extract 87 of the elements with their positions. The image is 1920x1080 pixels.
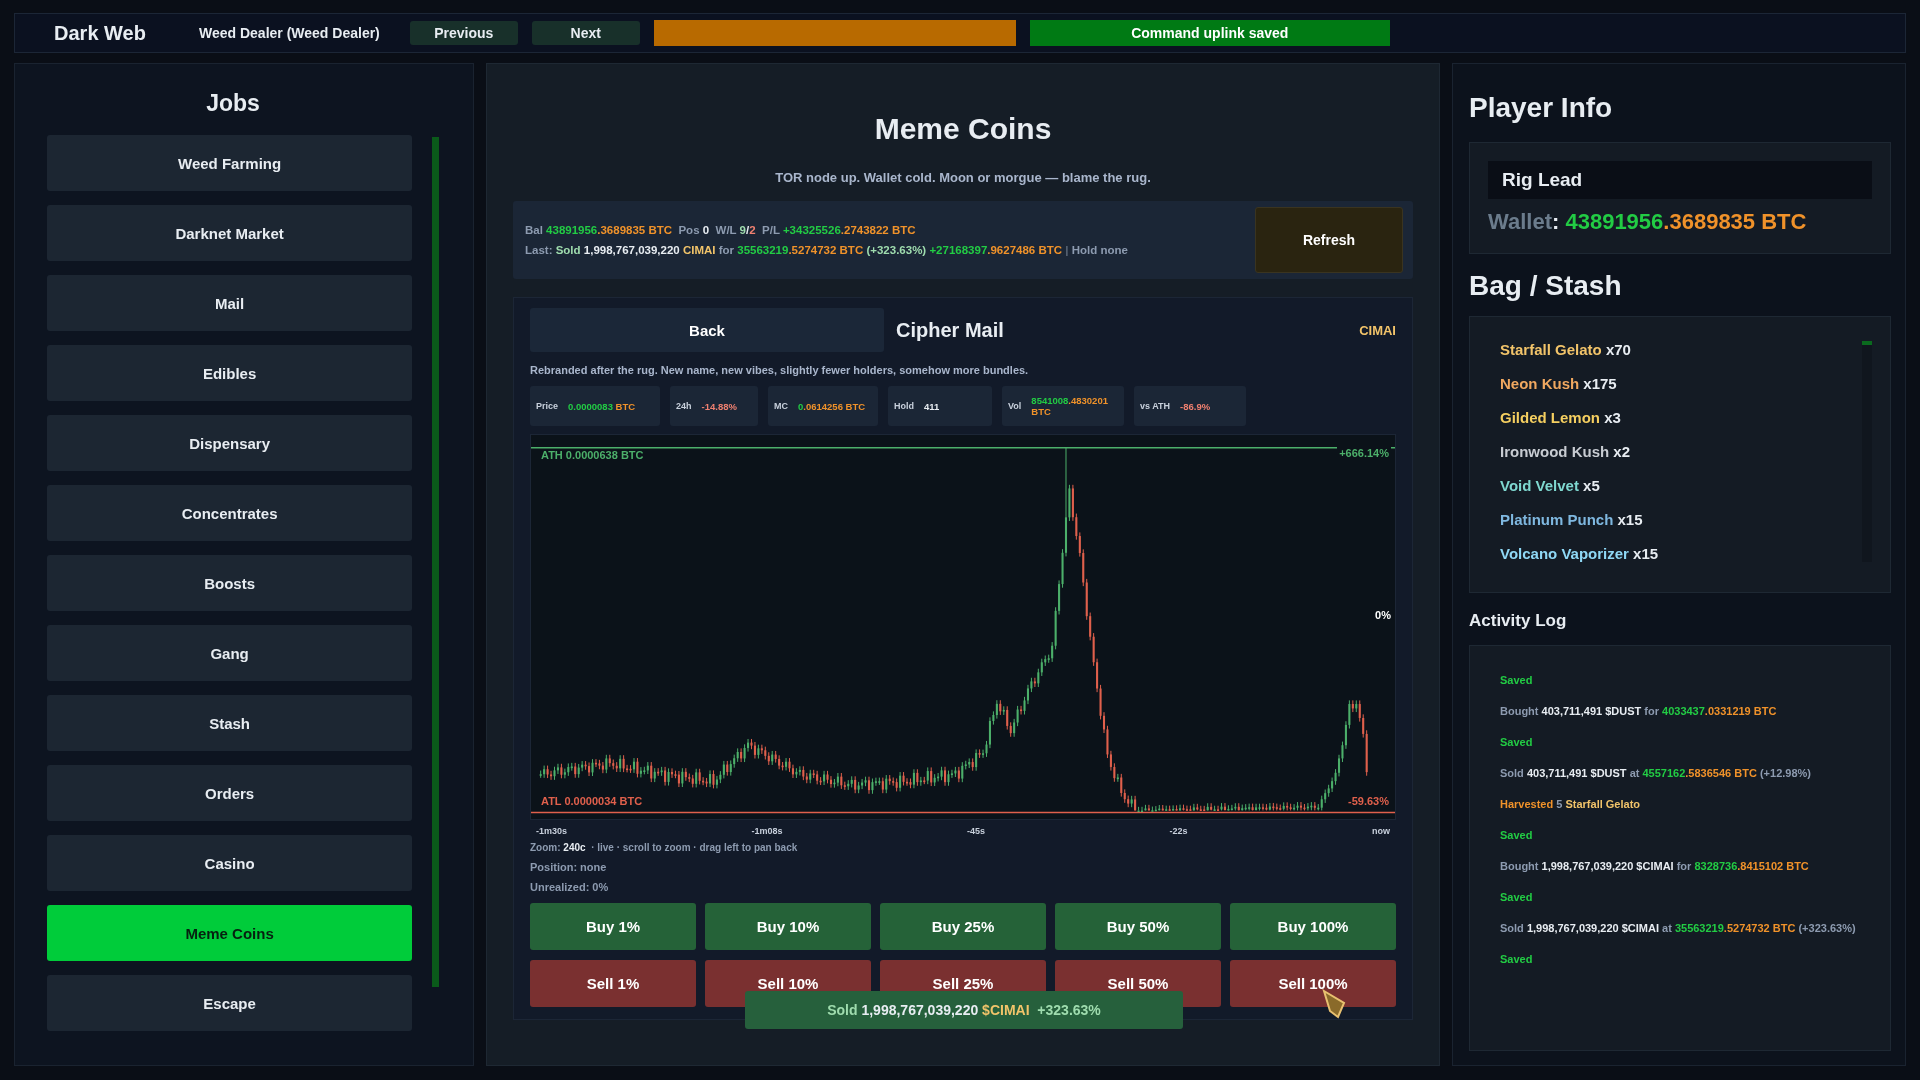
atl-label: ATL 0.0000034 BTC — [539, 795, 645, 807]
sidebar-item[interactable]: Boosts — [47, 555, 413, 611]
log-entry: Sold 403,711,491 $DUST at 4557162.5836546 BTC (+12.98%) — [1500, 766, 1812, 781]
sidebar-item[interactable]: Mail — [47, 275, 413, 331]
log-entry: Harvested 5 Starfall Gelato — [1500, 797, 1642, 812]
sidebar-item[interactable]: Weed Farming — [47, 135, 413, 191]
sidebar-item[interactable]: Edibles — [47, 345, 413, 401]
metric-value: -86.9% — [1180, 400, 1211, 412]
log-entry: Saved — [1500, 673, 1534, 688]
wallet-balance: Wallet: 43891956.3689835 BTC — [1488, 209, 1808, 235]
log-entry: Saved — [1500, 890, 1534, 905]
percent-label: +666.14% — [1337, 447, 1391, 459]
metric-label: MC — [774, 401, 788, 411]
cursor-icon — [1322, 989, 1348, 1019]
section-title: Player Info — [1469, 92, 1614, 124]
status-message: Command uplink saved — [1029, 20, 1390, 46]
sidebar-item[interactable]: Casino — [47, 835, 413, 891]
back-button[interactable]: Back — [530, 308, 884, 352]
axis-tick-label: -22s — [1169, 826, 1188, 836]
metric-value: -14.88% — [701, 400, 737, 412]
unrealized-status: Unrealized: 0% — [530, 881, 610, 893]
coin-description: Rebranded after the rug. New name, new vibes, slightly fewer holders, somehow more bundles. — [530, 364, 1030, 376]
sell-button[interactable]: Sell 100% — [1230, 960, 1396, 1007]
refresh-button[interactable]: Refresh — [1255, 207, 1403, 273]
metric-label: Price — [536, 401, 559, 411]
metric-value: 0.0000083 BTC — [568, 400, 636, 412]
log-entry: Saved — [1500, 735, 1534, 750]
axis-tick-label: now — [1371, 826, 1390, 836]
bag-item: Void Velvet x5 — [1500, 477, 1601, 494]
summary-line: Last: Sold 1,998,767,039,220 CIMAI for 35563219.5274732 BTC (+323.63%) +27168397.9627486 BTC | Hold none — [525, 243, 1128, 258]
scrollbar[interactable] — [1862, 341, 1872, 562]
app-title: Dark Web — [53, 21, 147, 45]
metric-value: 0.0614256 BTC — [798, 400, 866, 412]
section-title: Activity Log — [1469, 611, 1568, 631]
sidebar-item[interactable]: Stash — [47, 695, 413, 751]
bag-item: Ironwood Kush x2 — [1500, 443, 1631, 460]
metric-value: 8541008.4830201 BTC — [1031, 395, 1109, 417]
sidebar-item[interactable]: Meme Coins — [47, 905, 413, 961]
section-title: Bag / Stash — [1469, 270, 1623, 302]
sidebar-item[interactable]: Gang — [47, 625, 413, 681]
axis-tick-label: -1m30s — [536, 826, 568, 836]
sidebar-item[interactable]: Orders — [47, 765, 413, 821]
buy-button[interactable]: Buy 1% — [530, 903, 696, 950]
scrollbar[interactable] — [432, 137, 439, 987]
metric-label: 24h — [676, 401, 692, 411]
log-entry: Saved — [1500, 952, 1534, 967]
sidebar-item[interactable]: Escape — [47, 975, 413, 1031]
page-title: Meme Coins — [874, 112, 1052, 146]
coin-ticker: CIMAI — [1359, 322, 1396, 338]
axis-tick-label: -1m08s — [751, 826, 783, 836]
buy-button[interactable]: Buy 25% — [880, 903, 1046, 950]
sidebar-item[interactable]: Darknet Market — [47, 205, 413, 261]
metric-label: Vol — [1008, 401, 1022, 411]
bag-item: Volcano Vaporizer x15 — [1500, 545, 1659, 562]
player-role: Rig Lead — [1488, 161, 1872, 199]
toast-notification: Sold 1,998,767,039,220 $CIMAI +323.63% — [745, 991, 1183, 1029]
bag-item: Platinum Punch x15 — [1500, 511, 1644, 528]
panel-title: Jobs — [205, 90, 261, 117]
log-entry: Sold 1,998,767,039,220 $CIMAI at 35563219.5274732 BTC (+323.63%) — [1500, 921, 1857, 936]
bag-item: Neon Kush x175 — [1500, 375, 1618, 392]
tagline: TOR node up. Wallet cold. Moon or morgue — blame the rug. — [775, 170, 1151, 185]
sidebar-item[interactable]: Dispensary — [47, 415, 413, 471]
buy-button[interactable]: Buy 100% — [1230, 903, 1396, 950]
nav-button[interactable]: Previous — [409, 21, 518, 45]
ath-label: ATH 0.0000638 BTC — [539, 449, 646, 461]
log-entry: Bought 403,711,491 $DUST for 4033437.0331219 BTC — [1500, 704, 1778, 719]
bag-item: Starfall Gelato x70 — [1500, 341, 1632, 358]
character-name: Weed Dealer (Weed Dealer) — [199, 25, 381, 41]
position-status: Position: none — [530, 861, 608, 873]
log-entry: Saved — [1500, 828, 1534, 843]
buy-button[interactable]: Buy 10% — [705, 903, 871, 950]
metric-label: vs ATH — [1140, 401, 1170, 411]
coin-name: Cipher Mail — [896, 318, 1005, 342]
metric-value: 411 — [924, 400, 940, 412]
sell-button[interactable]: Sell 1% — [530, 960, 696, 1007]
buy-button[interactable]: Buy 50% — [1055, 903, 1221, 950]
nav-button[interactable]: Next — [531, 21, 640, 45]
price-chart[interactable]: ATH 0.0000638 BTC +666.14% 0% ATL 0.0000034 BTC -59.63% — [530, 434, 1396, 820]
bag-item: Gilded Lemon x3 — [1500, 409, 1622, 426]
summary-line: Bal 43891956.3689835 BTC Pos 0 W/L 9/2 P/L +34325526.2743822 BTC — [525, 223, 917, 238]
axis-tick-label: -45s — [967, 826, 985, 836]
log-entry: Bought 1,998,767,039,220 $CIMAI for 8328736.8415102 BTC — [1500, 859, 1810, 874]
zoom-hint: Zoom: 240c · live · scroll to zoom · drag left to pan back — [530, 842, 799, 853]
percent-label: 0% — [1375, 609, 1391, 621]
metric-label: Hold — [894, 401, 914, 411]
percent-label: -59.63% — [1346, 795, 1391, 807]
sidebar-item[interactable]: Concentrates — [47, 485, 413, 541]
